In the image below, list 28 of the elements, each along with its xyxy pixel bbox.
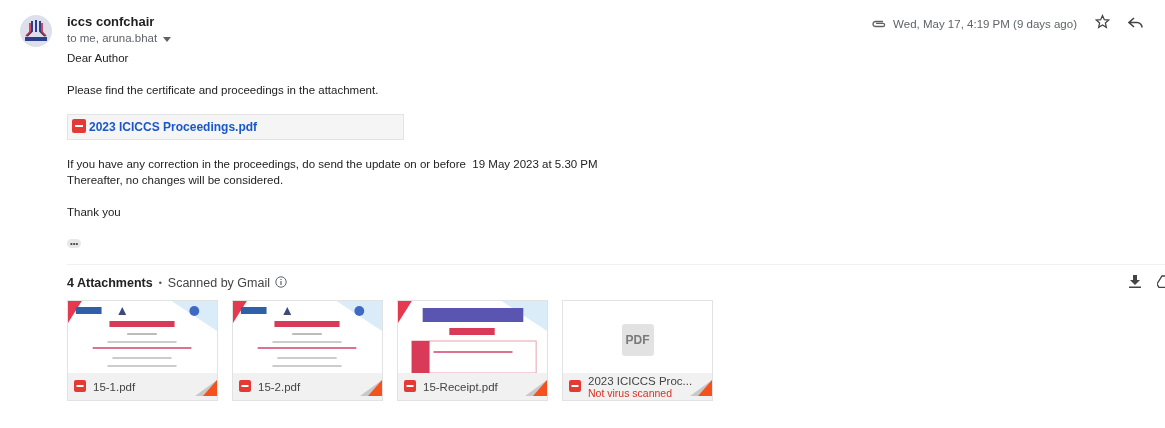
download-icon[interactable] xyxy=(1129,275,1141,291)
message-date: Wed, May 17, 4:19 PM (9 days ago) xyxy=(893,17,1077,30)
file-name: 2023 ICICCS Proc... xyxy=(588,374,690,387)
attachments-count: 4 Attachments xyxy=(67,276,153,290)
attachment-card[interactable]: PDF 2023 ICICCS Proc... Not virus scanned xyxy=(562,300,713,401)
sender-avatar xyxy=(20,15,52,47)
scan-note: Scanned by Gmail xyxy=(167,276,270,290)
file-name: 15-2.pdf xyxy=(258,380,302,393)
body-text: If you have any correction in the proceedings, do send the update on or before 19 May 2023 at 5.30 PM xyxy=(67,157,599,172)
pdf-placeholder: PDF xyxy=(621,324,654,356)
inline-attachment[interactable]: 2023 ICICCS Proceedings.pdf xyxy=(67,114,404,140)
body-text: Thereafter, no changes will be considered. xyxy=(67,173,285,188)
info-icon[interactable] xyxy=(274,275,287,291)
attachment-card[interactable]: 15-2.pdf xyxy=(232,300,383,401)
body-text: Please find the certificate and proceedings in the attachment. xyxy=(67,83,380,98)
separator-dot: • xyxy=(158,278,162,288)
sender-name: iccs confchair xyxy=(67,13,156,30)
body-text: Thank you xyxy=(67,205,122,220)
show-trimmed-button[interactable]: ••• xyxy=(67,239,82,248)
recipients: to me, aruna.bhat xyxy=(67,32,158,44)
attachment-card[interactable]: 15-Receipt.pdf xyxy=(397,300,548,401)
attachment-link[interactable]: 2023 ICICCS Proceedings.pdf xyxy=(89,120,258,134)
body-text: Dear Author xyxy=(67,51,130,66)
pdf-icon xyxy=(72,119,86,135)
file-name: 15-1.pdf xyxy=(93,380,137,393)
attachment-card[interactable]: 15-1.pdf xyxy=(67,300,218,401)
file-name: 15-Receipt.pdf xyxy=(423,380,499,393)
scan-warning: Not virus scanned xyxy=(588,386,674,399)
